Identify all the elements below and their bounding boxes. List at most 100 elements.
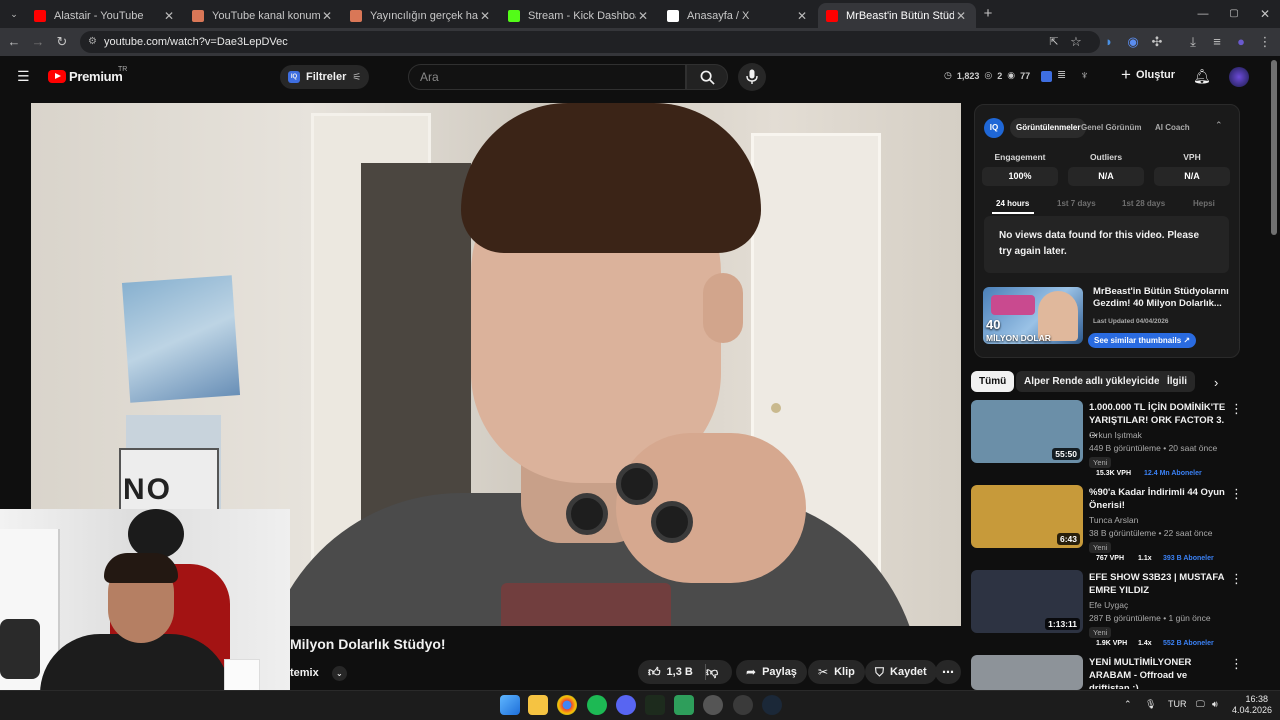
- range-all[interactable]: Hepsi: [1193, 199, 1215, 208]
- kick-icon[interactable]: [645, 695, 665, 715]
- hamburger-menu-icon[interactable]: ☰: [17, 69, 31, 83]
- clock-time: 16:38: [1245, 694, 1268, 704]
- tab-ai-coach[interactable]: AI Coach: [1149, 118, 1196, 138]
- settings-gear-icon[interactable]: [733, 695, 753, 715]
- browser-tab[interactable]: MrBeast'in Bütün Stüdyolarını G✕: [818, 3, 976, 28]
- search-button[interactable]: [686, 64, 728, 90]
- share-button[interactable]: ➦ Paylaş: [736, 660, 807, 684]
- account-avatar[interactable]: [1229, 67, 1249, 87]
- notes-app-icon[interactable]: [674, 695, 694, 715]
- tab-genel-gorunum[interactable]: Genel Görünüm: [1075, 118, 1147, 138]
- premium-logo-text[interactable]: Premium: [69, 69, 123, 84]
- rec-duration: 1:13:11: [1045, 618, 1080, 630]
- install-app-icon[interactable]: ⇱: [1045, 33, 1063, 51]
- rec-channel[interactable]: Tunca Arslan: [1089, 515, 1138, 525]
- close-tab-icon[interactable]: ✕: [162, 9, 176, 23]
- extension-1-icon[interactable]: ◗: [1100, 33, 1118, 51]
- start-menu-icon[interactable]: [500, 695, 520, 715]
- maximize-icon[interactable]: ▢: [1225, 5, 1243, 23]
- reload-icon[interactable]: ↻: [53, 33, 71, 51]
- back-icon[interactable]: ←: [5, 33, 23, 51]
- tray-mic-icon[interactable]: 🎙︎: [1145, 699, 1156, 710]
- filters-button[interactable]: IQ Filtreler ⚟: [280, 65, 370, 89]
- clock[interactable]: 16:38 4.04.2026: [1232, 694, 1273, 716]
- trophy-icon[interactable]: ♆: [1080, 68, 1089, 82]
- collapse-chevron-icon[interactable]: ⌃: [1215, 120, 1223, 131]
- chip-related[interactable]: İlgili: [1159, 371, 1195, 392]
- chrome-taskbar-icon[interactable]: [557, 695, 577, 715]
- downloads-icon[interactable]: ⤓: [1184, 33, 1202, 51]
- no-data-message: No views data found for this video. Plea…: [984, 216, 1229, 273]
- rec-channel[interactable]: Efe Uygaç: [1089, 600, 1128, 610]
- chip-from-uploader[interactable]: Alper Rende adlı yükleyiciden: [1016, 371, 1174, 392]
- rec-title[interactable]: YENİ MULTİMİLYONER ARABAM - Offroad ve d…: [1089, 656, 1229, 689]
- clock-date: 4.04.2026: [1232, 705, 1273, 715]
- site-info-icon[interactable]: ⚙: [88, 31, 97, 53]
- vidiq-stats[interactable]: ◷ 1,823 ◎ 2 ◉ 77: [944, 70, 1030, 81]
- steam-icon[interactable]: [762, 695, 782, 715]
- voice-search-button[interactable]: [738, 63, 766, 91]
- minimize-icon[interactable]: —: [1194, 5, 1212, 23]
- chips-next-arrow-icon[interactable]: ›: [1214, 375, 1218, 390]
- rec-thumbnail[interactable]: [971, 655, 1083, 690]
- browser-tab[interactable]: Anasayfa / X ✕: [659, 3, 817, 28]
- extensions-puzzle-icon[interactable]: ✣: [1148, 33, 1166, 51]
- browser-tab[interactable]: Yayıncılığın gerçek hazırlığı - Cl✕: [342, 3, 500, 28]
- profile-avatar-icon[interactable]: ●: [1232, 33, 1250, 51]
- list-icon[interactable]: ≣: [1057, 68, 1066, 81]
- obs-icon[interactable]: [703, 695, 723, 715]
- create-button[interactable]: + Oluştur: [1121, 66, 1175, 83]
- extension-2-icon[interactable]: ◉: [1124, 33, 1142, 51]
- see-similar-label: See similar thumbnails: [1094, 336, 1182, 345]
- notifications-bell-icon[interactable]: 🔔︎: [1193, 68, 1211, 85]
- close-window-icon[interactable]: ✕: [1256, 5, 1274, 23]
- page-scrollbar[interactable]: [1271, 60, 1277, 235]
- chip-all[interactable]: Tümü: [971, 371, 1015, 392]
- more-vertical-icon[interactable]: ⋮: [1230, 572, 1243, 585]
- rec-title[interactable]: %90'a Kadar İndirimli 44 Oyun Önerisi!: [1089, 486, 1229, 512]
- browser-tab[interactable]: Stream - Kick Dashboard✕: [500, 3, 658, 28]
- close-tab-icon[interactable]: ✕: [954, 9, 968, 23]
- forward-icon[interactable]: →: [29, 33, 47, 51]
- input-language[interactable]: TUR: [1168, 699, 1187, 709]
- range-7-days[interactable]: 1st 7 days: [1057, 199, 1096, 208]
- range-28-days[interactable]: 1st 28 days: [1122, 199, 1165, 208]
- vidiq-toolbar-icon[interactable]: [1041, 71, 1052, 82]
- close-tab-icon[interactable]: ✕: [320, 9, 334, 23]
- more-actions-button[interactable]: ⋯: [935, 660, 961, 684]
- volume-icon[interactable]: 🔊︎: [1212, 699, 1218, 710]
- rec-title[interactable]: EFE SHOW S3B23 | MUSTAFA EMRE YILDIZ: [1089, 571, 1229, 597]
- rec-outlier-ratio: 1.1x: [1138, 555, 1152, 562]
- save-button[interactable]: ⛉ Kaydet: [865, 660, 937, 684]
- url-field[interactable]: ⚙ youtube.com/watch?v=Dae3LepDVec: [80, 31, 1100, 53]
- discord-icon[interactable]: [616, 695, 636, 715]
- chevron-down-icon[interactable]: ⌄: [331, 666, 347, 681]
- browser-tab[interactable]: YouTube kanal konumlandırma✕: [184, 3, 342, 28]
- browser-tab[interactable]: Alastair - YouTube ✕: [26, 3, 184, 28]
- youtube-logo-icon[interactable]: [48, 70, 66, 83]
- close-tab-icon[interactable]: ✕: [795, 9, 809, 23]
- more-vertical-icon[interactable]: ⋮: [1230, 657, 1243, 670]
- file-explorer-icon[interactable]: [528, 695, 548, 715]
- tray-chevron-icon[interactable]: ⌃: [1124, 699, 1132, 710]
- video-person-hair: [461, 103, 761, 253]
- clip-button[interactable]: ✂ Klip: [808, 660, 865, 684]
- see-similar-thumbnails-button[interactable]: See similar thumbnails ↗: [1088, 333, 1197, 348]
- close-tab-icon[interactable]: ✕: [478, 9, 492, 23]
- network-icon[interactable]: 🖵︎: [1196, 699, 1205, 710]
- channel-name[interactable]: temix ⌄: [290, 666, 347, 681]
- more-vertical-icon[interactable]: ⋮: [1230, 402, 1243, 415]
- reading-list-icon[interactable]: ≡: [1208, 33, 1226, 51]
- spotify-icon[interactable]: [587, 695, 607, 715]
- bookmark-star-icon[interactable]: ☆: [1067, 33, 1085, 51]
- range-24-hours[interactable]: 24 hours: [996, 199, 1029, 208]
- search-input[interactable]: Ara: [408, 64, 686, 90]
- thumbs-down-icon: 👎︎: [706, 664, 719, 679]
- close-tab-icon[interactable]: ✕: [636, 9, 650, 23]
- chrome-menu-icon[interactable]: ⋮: [1256, 33, 1274, 51]
- new-tab-button[interactable]: +: [979, 5, 997, 23]
- dislike-button[interactable]: 👎︎: [696, 660, 730, 684]
- more-vertical-icon[interactable]: ⋮: [1230, 487, 1243, 500]
- tab-search-icon[interactable]: ⌄: [5, 5, 23, 23]
- rec-channel[interactable]: Orkun Işıtmak: [1089, 430, 1142, 440]
